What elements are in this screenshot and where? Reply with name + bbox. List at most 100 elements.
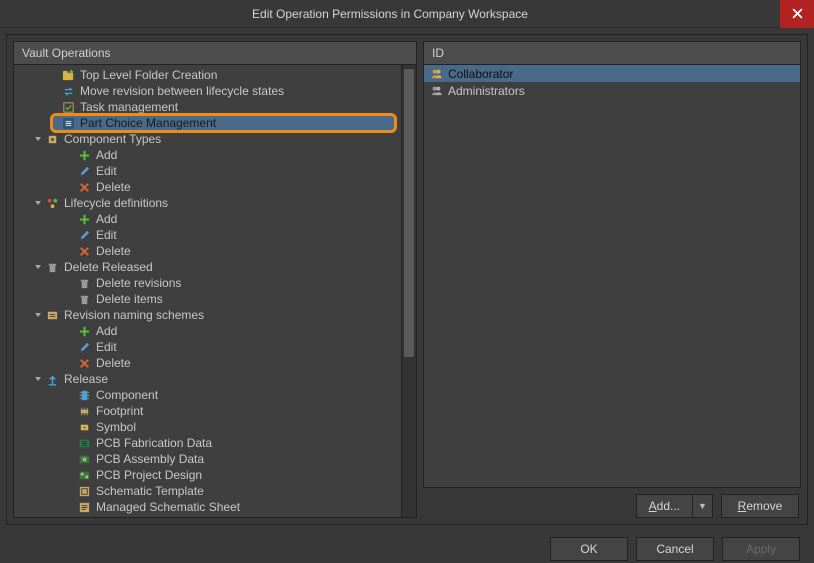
expander-spacer	[64, 149, 76, 161]
tree-item[interactable]: Delete	[14, 243, 401, 259]
right-panel-header: ID	[423, 41, 801, 64]
vault-operations-tree[interactable]: Top Level Folder Creation Move revision b…	[14, 65, 401, 517]
add-button-label: dd...	[657, 499, 680, 513]
tree-item[interactable]: PCB Assembly Data	[14, 451, 401, 467]
tree-item[interactable]: Symbol	[14, 419, 401, 435]
left-scrollbar[interactable]	[401, 65, 416, 517]
expander-spacer	[64, 181, 76, 193]
comp-icon	[44, 132, 60, 146]
tree-item-label: Add	[96, 212, 117, 226]
tree-item[interactable]: Delete items	[14, 291, 401, 307]
expander-spacer	[64, 229, 76, 241]
left-panel: Vault Operations Top Level Folder Creati…	[13, 41, 417, 518]
close-icon	[792, 8, 803, 19]
expander-spacer	[64, 341, 76, 353]
ok-button[interactable]: OK	[550, 537, 628, 561]
expander-spacer	[64, 453, 76, 465]
expander-icon[interactable]	[32, 309, 44, 321]
tree-item[interactable]: Component	[14, 387, 401, 403]
dialog-footer: OK Cancel Apply	[4, 527, 810, 563]
tree-item[interactable]: Edit	[14, 339, 401, 355]
edit-icon	[76, 340, 92, 354]
expander-spacer	[64, 213, 76, 225]
tree-item-label: Edit	[96, 228, 117, 242]
expander-icon[interactable]	[32, 133, 44, 145]
life-icon	[44, 196, 60, 210]
list-icon	[60, 116, 76, 130]
tree-item-label: Symbol	[96, 420, 136, 434]
remove-button[interactable]: Remove	[721, 494, 799, 518]
dropdown-arrow-icon[interactable]: ▼	[692, 495, 712, 517]
list-item-label: Administrators	[448, 84, 525, 98]
list-item[interactable]: Administrators	[424, 82, 800, 99]
close-button[interactable]	[780, 0, 814, 28]
tree-item[interactable]: Component Types	[14, 131, 401, 147]
tree-item[interactable]: Delete revisions	[14, 275, 401, 291]
list-item[interactable]: Collaborator	[424, 65, 800, 82]
tree-item[interactable]: Delete	[14, 355, 401, 371]
expander-spacer	[64, 325, 76, 337]
folder-plus-icon	[60, 68, 76, 82]
tree-item[interactable]: Add	[14, 323, 401, 339]
id-list[interactable]: Collaborator Administrators	[423, 64, 801, 488]
left-panel-body: Top Level Folder Creation Move revision b…	[13, 64, 417, 518]
cancel-button[interactable]: Cancel	[636, 537, 714, 561]
tree-item-label: Delete items	[96, 292, 163, 306]
tree-item[interactable]: Top Level Folder Creation	[14, 67, 401, 83]
expander-icon[interactable]	[32, 373, 44, 385]
schtpl-icon	[76, 484, 92, 498]
right-panel: ID Collaborator Administrators Add... ▼ R…	[423, 41, 801, 518]
tree-item-label: Component	[96, 388, 158, 402]
del-icon	[76, 356, 92, 370]
expander-spacer	[64, 501, 76, 513]
add-button[interactable]: Add... ▼	[636, 494, 713, 518]
tree-item[interactable]: Footprint	[14, 403, 401, 419]
right-panel-footer: Add... ▼ Remove	[423, 488, 801, 518]
tree-item-label: Task management	[80, 100, 178, 114]
tree-item[interactable]: Lifecycle definitions	[14, 195, 401, 211]
edit-icon	[76, 164, 92, 178]
tree-item[interactable]: Revision naming schemes	[14, 307, 401, 323]
tree-item[interactable]: Add	[14, 211, 401, 227]
tree-item-label: Lifecycle definitions	[64, 196, 168, 210]
tree-item-label: Top Level Folder Creation	[80, 68, 217, 82]
tree-item[interactable]: PCB Fabrication Data	[14, 435, 401, 451]
tree-item[interactable]: PCB Project Design	[14, 467, 401, 483]
mschsheet-icon	[76, 500, 92, 514]
tree-item[interactable]: Edit	[14, 163, 401, 179]
expander-spacer	[64, 277, 76, 289]
expander-icon[interactable]	[32, 261, 44, 273]
tree-item[interactable]: Release	[14, 371, 401, 387]
tree-item[interactable]: Managed Schematic Sheet	[14, 499, 401, 515]
tree-item[interactable]: Delete Released	[14, 259, 401, 275]
tree-item[interactable]: Add	[14, 147, 401, 163]
tree-item-label: Delete	[96, 244, 131, 258]
tree-item-label: Delete revisions	[96, 276, 181, 290]
expander-spacer	[64, 469, 76, 481]
expander-spacer	[64, 405, 76, 417]
expander-spacer	[64, 485, 76, 497]
tree-item-label: Revision naming schemes	[64, 308, 204, 322]
tree-item-label: Release	[64, 372, 108, 386]
tree-item-label: Delete	[96, 180, 131, 194]
apply-button[interactable]: Apply	[722, 537, 800, 561]
del-icon	[76, 180, 92, 194]
expander-spacer	[64, 421, 76, 433]
tree-item[interactable]: Schematic Template	[14, 483, 401, 499]
tree-item[interactable]: Edit	[14, 227, 401, 243]
arrows-icon	[60, 84, 76, 98]
scrollbar-thumb[interactable]	[404, 69, 414, 357]
tree-item-label: Edit	[96, 164, 117, 178]
tree-item[interactable]: Delete	[14, 179, 401, 195]
tree-item[interactable]: Part Choice Management	[14, 115, 401, 131]
add-icon	[76, 148, 92, 162]
remove-button-label: emove	[746, 499, 782, 513]
expander-icon[interactable]	[32, 197, 44, 209]
tree-item-label: Move revision between lifecycle states	[80, 84, 284, 98]
expander-spacer	[64, 357, 76, 369]
tree-item-label: Managed Schematic Sheet	[96, 500, 240, 514]
tree-item[interactable]: Move revision between lifecycle states	[14, 83, 401, 99]
tree-item-label: PCB Project Design	[96, 468, 202, 482]
expander-spacer	[64, 293, 76, 305]
pcbfab-icon	[76, 436, 92, 450]
